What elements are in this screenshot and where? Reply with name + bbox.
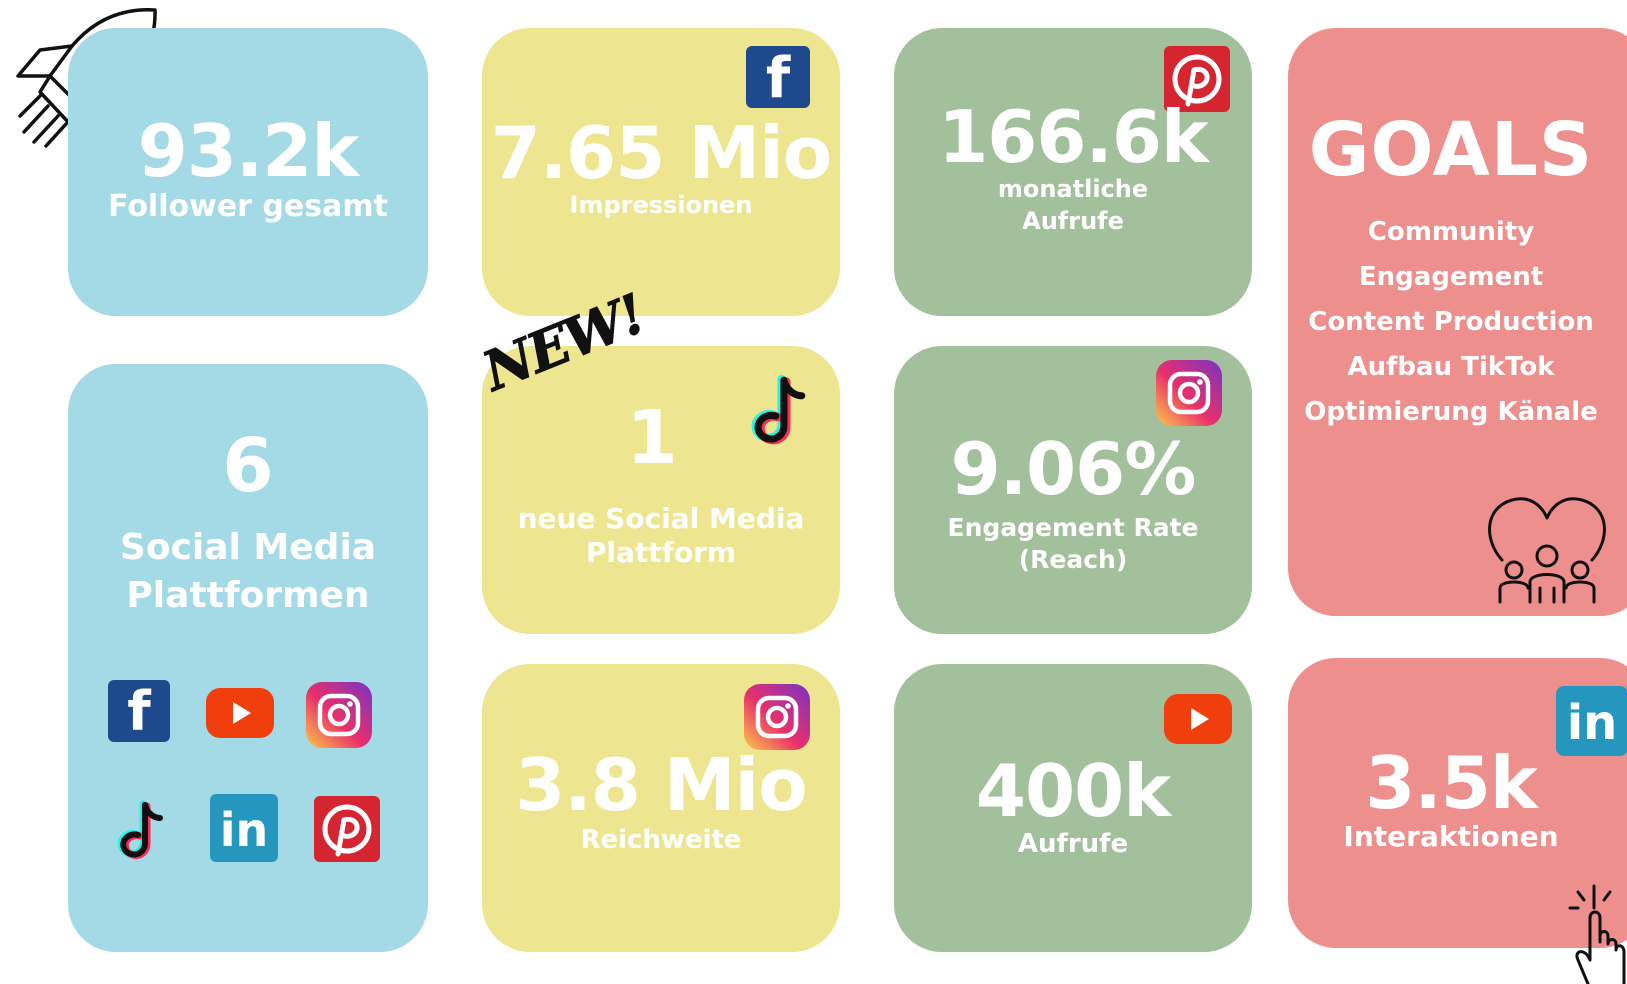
facebook-icon: f — [108, 680, 170, 742]
instagram-icon — [744, 684, 810, 750]
platforms-label-1: Social Media — [119, 527, 377, 568]
goal-item: Aufbau TikTok — [1347, 352, 1555, 382]
goal-item: Content Production — [1308, 307, 1594, 337]
goals-list: Community Engagement Content Production … — [1288, 210, 1627, 435]
goals-title: GOALS — [1308, 107, 1594, 193]
followers-label: Follower gesamt — [108, 189, 388, 224]
instagram-icon — [306, 682, 372, 748]
impressions-label: Impressionen — [569, 191, 753, 219]
tiktok-icon — [112, 798, 168, 862]
pinterest-views-label-1: monatliche — [997, 175, 1149, 203]
linkedin-value: 3.5k — [1365, 741, 1537, 825]
goals-card: GOALS Community Engagement Content Produ… — [1288, 28, 1627, 616]
goal-item: Optimierung Känale — [1304, 397, 1598, 427]
followers-value: 93.2k — [137, 109, 360, 193]
linkedin-icon: in — [210, 794, 278, 862]
goal-item: Community — [1367, 217, 1535, 247]
youtube-icon — [206, 688, 274, 738]
platforms-card: 6 Social Media Plattformen f in — [68, 364, 428, 952]
new-platform-label-1: neue Social Media — [517, 502, 805, 535]
hand-click-icon — [1566, 884, 1627, 984]
reach-card: 3.8 Mio Reichweite — [482, 664, 840, 952]
youtube-views-value: 400k — [975, 749, 1171, 833]
instagram-icon — [1156, 360, 1222, 426]
pinterest-views-value: 166.6k — [938, 95, 1209, 179]
impressions-value: 7.65 Mio — [490, 111, 833, 195]
youtube-icon — [1164, 694, 1232, 744]
engagement-value: 9.06% — [950, 427, 1197, 511]
impressions-card: f 7.65 Mio Impressionen — [482, 28, 840, 316]
platforms-value: 6 — [222, 423, 274, 509]
engagement-card: 9.06% Engagement Rate (Reach) — [894, 346, 1252, 634]
heart-community-icon — [1482, 490, 1612, 606]
reach-label: Reichweite — [580, 825, 742, 855]
engagement-label-1: Engagement Rate — [947, 513, 1199, 542]
reach-value: 3.8 Mio — [515, 743, 807, 827]
facebook-icon: f — [746, 46, 810, 110]
youtube-views-card: 400k Aufrufe — [894, 664, 1252, 952]
youtube-views-label: Aufrufe — [1017, 829, 1129, 859]
linkedin-label: Interaktionen — [1343, 820, 1559, 853]
new-platform-label-2: Plattform — [585, 536, 737, 569]
new-platform-value: 1 — [626, 395, 678, 481]
engagement-label-2: (Reach) — [1018, 545, 1128, 574]
new-platform-card: 1 neue Social Media Plattform — [482, 346, 840, 634]
pinterest-views-label-2: Aufrufe — [1022, 207, 1124, 235]
goal-item: Engagement — [1358, 262, 1544, 292]
followers-card: 93.2k Follower gesamt — [68, 28, 428, 316]
pinterest-icon — [314, 796, 380, 862]
pinterest-views-card: 166.6k monatliche Aufrufe — [894, 28, 1252, 316]
platforms-label-2: Plattformen — [126, 575, 370, 616]
